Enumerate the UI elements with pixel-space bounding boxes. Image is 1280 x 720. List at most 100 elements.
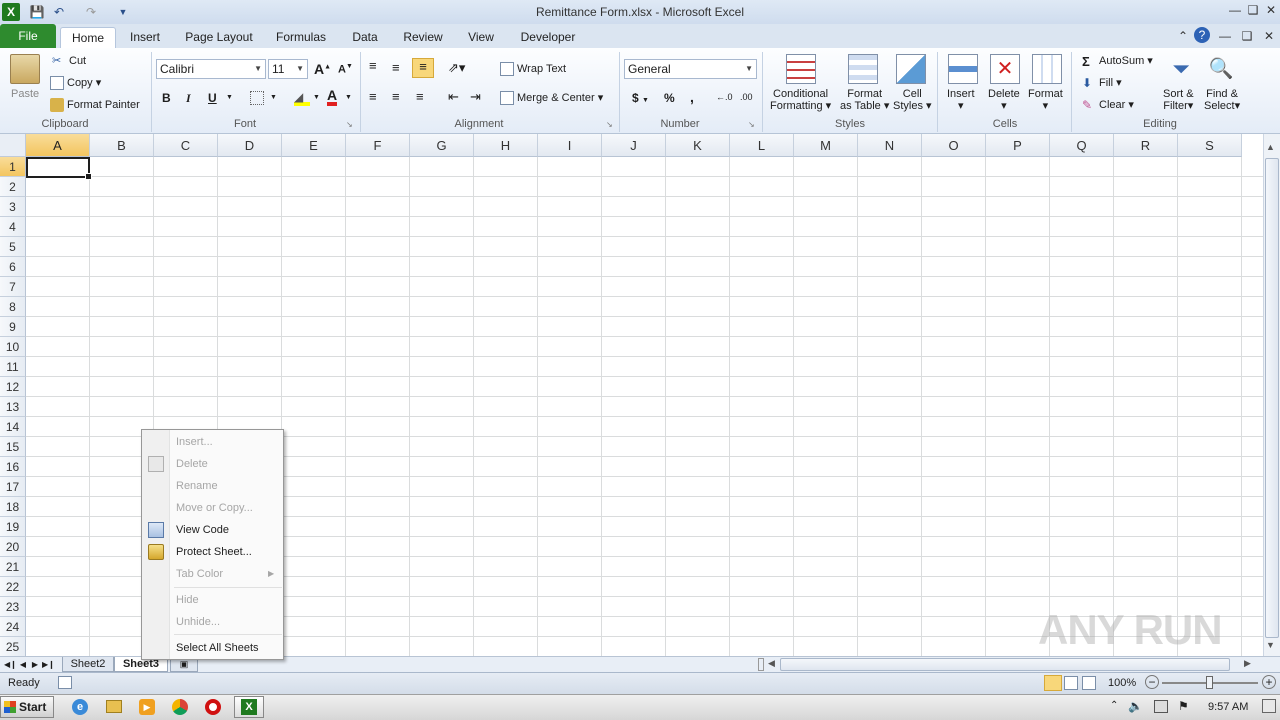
row-header-1[interactable]: 1 [0, 157, 26, 177]
column-header-p[interactable]: P [986, 134, 1050, 157]
cut-button[interactable]: ✂ Cut [52, 54, 86, 68]
align-right-icon[interactable]: ≡ [416, 89, 424, 104]
paste-icon[interactable] [10, 54, 40, 84]
minimize-ribbon-icon[interactable]: ⌃ [1174, 28, 1192, 44]
zoom-in-icon[interactable]: + [1262, 675, 1276, 689]
delete-cells-icon[interactable]: ✕ [990, 54, 1020, 84]
align-middle-icon[interactable]: ≡ [392, 60, 400, 75]
borders-dropdown-icon[interactable]: ▼ [270, 94, 277, 101]
number-format-select[interactable]: General ▼ [624, 59, 757, 79]
tab-view[interactable]: View [460, 27, 502, 48]
menu-item-view-code[interactable]: View Code [176, 520, 229, 540]
show-desktop-button[interactable] [1262, 699, 1276, 713]
sort-filter-icon[interactable]: ⏷ [1166, 54, 1196, 84]
macro-record-icon[interactable] [58, 676, 72, 689]
underline-button[interactable]: U [208, 91, 217, 105]
conditional-formatting-icon[interactable] [786, 54, 816, 84]
align-bottom-icon[interactable]: ≡ [412, 58, 434, 78]
row-header-6[interactable]: 6 [0, 257, 26, 277]
menu-item-insert[interactable]: Insert... [176, 432, 213, 452]
column-header-m[interactable]: M [794, 134, 858, 157]
row-header-24[interactable]: 24 [0, 617, 26, 637]
zoom-level[interactable]: 100% [1108, 677, 1136, 689]
format-cells-icon[interactable] [1032, 54, 1062, 84]
column-header-a[interactable]: A [26, 134, 90, 157]
row-header-14[interactable]: 14 [0, 417, 26, 437]
zoom-out-icon[interactable]: − [1145, 675, 1159, 689]
shrink-font-button[interactable]: A▼ [338, 63, 353, 76]
wrap-text-button[interactable]: Wrap Text [500, 62, 566, 76]
prev-sheet-nav-icon[interactable]: ◀ [18, 657, 28, 672]
clock[interactable]: 9:57 AM [1208, 701, 1248, 713]
row-header-19[interactable]: 19 [0, 517, 26, 537]
opera-icon[interactable] [205, 699, 221, 715]
autosum-button[interactable]: Σ AutoSum ▾ [1082, 54, 1153, 69]
start-button[interactable]: Start [0, 696, 54, 718]
font-color-icon[interactable]: A [327, 88, 338, 106]
decrease-decimal-icon[interactable]: .00 [740, 92, 753, 102]
cell-styles-icon[interactable] [896, 54, 926, 84]
chrome-icon[interactable] [172, 699, 188, 715]
page-break-view-icon[interactable] [1082, 676, 1096, 690]
normal-view-icon[interactable] [1044, 675, 1062, 691]
doc-restore-button[interactable]: ❑ [1238, 28, 1256, 44]
file-explorer-icon[interactable] [106, 700, 122, 713]
clear-button[interactable]: ✎ Clear ▾ [1082, 98, 1134, 112]
fill-button[interactable]: ⬇ Fill ▾ [1082, 76, 1122, 90]
row-header-22[interactable]: 22 [0, 577, 26, 597]
conditional-formatting-button[interactable]: Conditional Formatting ▾ [770, 88, 831, 112]
align-left-icon[interactable]: ≡ [369, 89, 377, 104]
font-name-select[interactable]: Calibri ▼ [156, 59, 266, 79]
row-header-7[interactable]: 7 [0, 277, 26, 297]
column-header-l[interactable]: L [730, 134, 794, 157]
scroll-left-icon[interactable]: ◀ [768, 658, 775, 669]
vertical-scrollbar[interactable]: ▲ ▼ [1263, 134, 1280, 656]
tab-formulas[interactable]: Formulas [270, 27, 332, 48]
format-as-table-button[interactable]: Format as Table ▾ [840, 88, 889, 112]
column-header-h[interactable]: H [474, 134, 538, 157]
copy-button[interactable]: Copy ▾ [50, 76, 101, 91]
row-header-16[interactable]: 16 [0, 457, 26, 477]
column-header-c[interactable]: C [154, 134, 218, 157]
column-header-n[interactable]: N [858, 134, 922, 157]
font-dialog-launcher-icon[interactable]: ↘ [346, 120, 353, 129]
menu-item-hide[interactable]: Hide [176, 590, 199, 610]
hscroll-splitter[interactable] [758, 658, 764, 671]
row-header-12[interactable]: 12 [0, 377, 26, 397]
help-icon[interactable]: ? [1194, 27, 1210, 43]
increase-decimal-icon[interactable]: ←.0 [716, 92, 733, 102]
column-header-k[interactable]: K [666, 134, 730, 157]
merge-center-button[interactable]: Merge & Center ▾ [500, 91, 603, 106]
scroll-thumb[interactable] [1265, 158, 1279, 638]
cell-styles-button[interactable]: Cell Styles ▾ [893, 88, 932, 112]
last-sheet-nav-icon[interactable]: ▶❙ [42, 657, 55, 672]
menu-item-select-all-sheets[interactable]: Select All Sheets [176, 638, 259, 658]
network-icon[interactable] [1154, 700, 1168, 713]
italic-button[interactable]: I [186, 91, 191, 106]
doc-close-button[interactable]: ✕ [1260, 28, 1278, 44]
borders-icon[interactable] [250, 91, 264, 105]
volume-icon[interactable]: 🔈 [1128, 699, 1143, 713]
row-header-5[interactable]: 5 [0, 237, 26, 257]
fill-color-dropdown-icon[interactable]: ▼ [313, 94, 320, 101]
column-header-g[interactable]: G [410, 134, 474, 157]
tab-page-layout[interactable]: Page Layout [180, 27, 258, 48]
scroll-down-icon[interactable]: ▼ [1266, 640, 1275, 650]
column-header-f[interactable]: F [346, 134, 410, 157]
row-header-15[interactable]: 15 [0, 437, 26, 457]
row-header-20[interactable]: 20 [0, 537, 26, 557]
format-as-table-icon[interactable] [848, 54, 878, 84]
align-top-icon[interactable]: ≡ [369, 58, 377, 73]
decrease-indent-icon[interactable]: ⇤ [448, 89, 459, 105]
underline-dropdown-icon[interactable]: ▼ [226, 94, 233, 101]
tab-developer[interactable]: Developer [514, 27, 582, 48]
excel-taskbar-button[interactable]: X [234, 696, 264, 718]
minimize-button[interactable]: — [1226, 2, 1244, 18]
row-header-10[interactable]: 10 [0, 337, 26, 357]
tab-review[interactable]: Review [398, 27, 448, 48]
media-player-icon[interactable]: ▶ [139, 699, 155, 715]
menu-item-tab-color[interactable]: Tab Color [176, 564, 223, 584]
font-size-select[interactable]: 11 ▼ [268, 59, 308, 79]
page-layout-view-icon[interactable] [1064, 676, 1078, 690]
insert-cells-icon[interactable] [948, 54, 978, 84]
